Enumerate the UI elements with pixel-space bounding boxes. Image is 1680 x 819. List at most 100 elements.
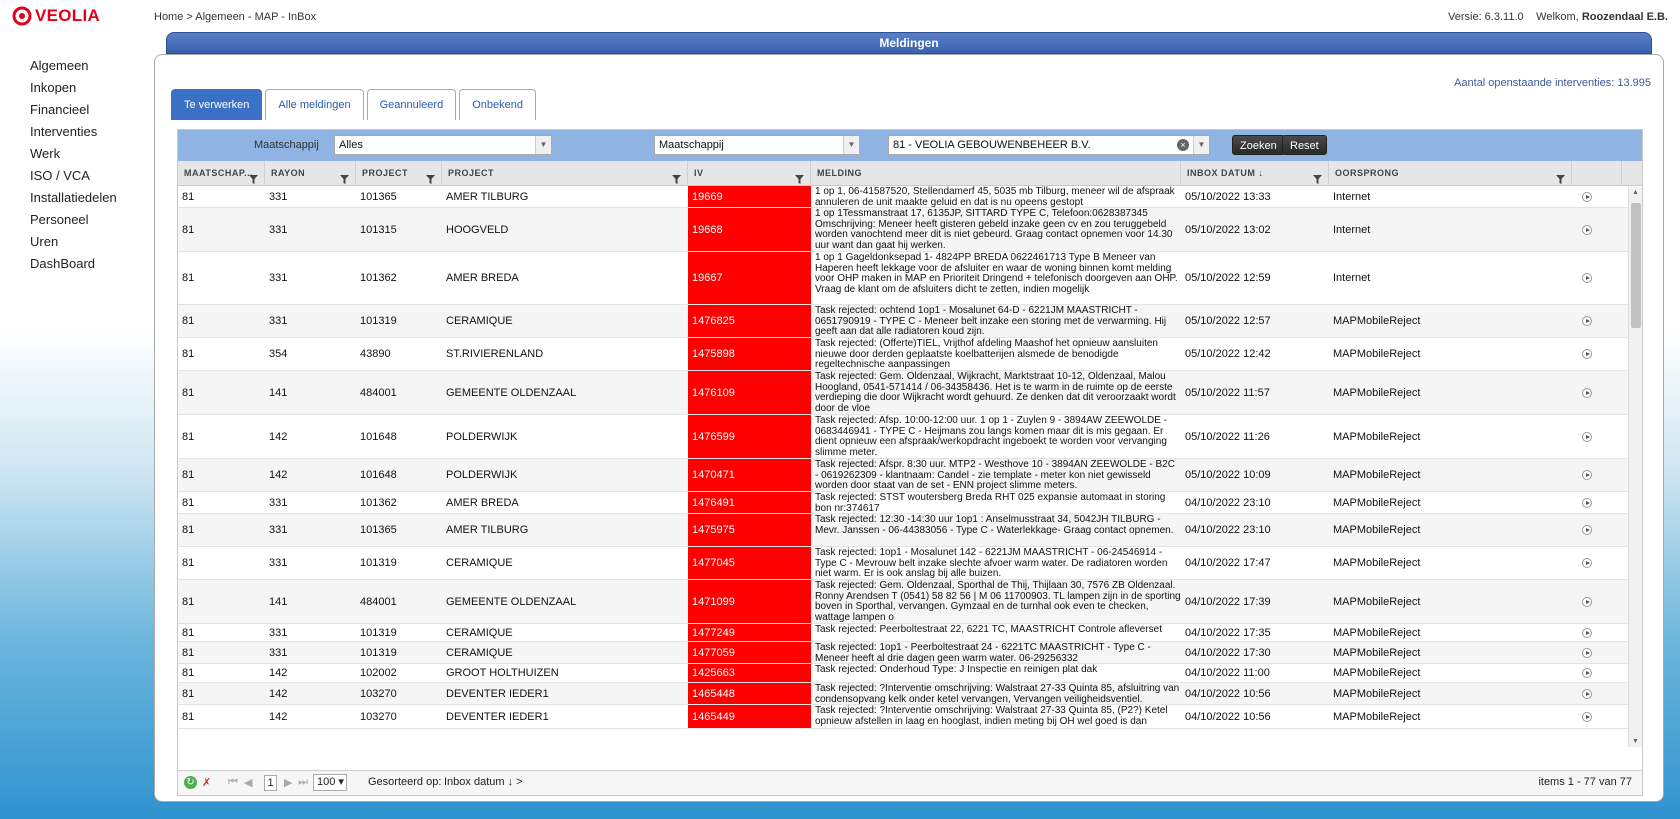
panel-title: Meldingen — [166, 32, 1652, 54]
scroll-up-icon[interactable]: ▲ — [1632, 189, 1639, 196]
sidebar-item-personeel[interactable]: Personeel — [30, 209, 117, 231]
table-row[interactable]: 81 142 102002 GROOT HOLTHUIZEN 1425663 Task r… — [178, 664, 1642, 683]
table-row[interactable]: 81 141 484001 GEMEENTE OLDENZAAL 1476109 Task… — [178, 371, 1642, 415]
table-cell: 81 — [182, 272, 195, 284]
sidebar-item-inkopen[interactable]: Inkopen — [30, 77, 117, 99]
open-detail-icon[interactable] — [1582, 711, 1592, 722]
table-row[interactable]: 81 142 103270 DEVENTER IEDER1 1465449 Task re… — [178, 705, 1642, 729]
filter-icon[interactable] — [340, 169, 349, 184]
table-cell: 101365 — [360, 190, 397, 203]
column-header[interactable]: MELDING — [811, 161, 1181, 186]
search-button[interactable]: Zoeken — [1232, 135, 1285, 155]
table-cell: 81 — [182, 386, 195, 399]
column-header[interactable]: PROJECT — [356, 161, 442, 186]
column-header[interactable]: MAATSCHAP... — [178, 161, 265, 186]
veolia-logo[interactable]: VEOLIA — [12, 6, 100, 26]
table-row[interactable]: 81 142 101648 POLDERWIJK 1476599 Task rejecte… — [178, 415, 1642, 459]
column-header[interactable]: IV — [688, 161, 811, 186]
column-header[interactable] — [1572, 161, 1622, 186]
column-header[interactable]: PROJECT — [442, 161, 688, 186]
column-header[interactable]: RAYON — [265, 161, 356, 186]
clear-filter-icon[interactable]: ✗ — [202, 776, 211, 789]
table-cell: 1475898 — [688, 338, 811, 370]
table-cell: CERAMIQUE — [446, 626, 513, 639]
filter-icon[interactable] — [1556, 169, 1565, 184]
filter-icon[interactable] — [249, 169, 258, 184]
table-cell: MAPMobileReject — [1333, 315, 1421, 327]
open-detail-icon[interactable] — [1582, 470, 1592, 480]
filter-icon[interactable] — [795, 169, 804, 184]
open-detail-icon[interactable] — [1582, 688, 1592, 699]
tab-onbekend[interactable]: Onbekend — [459, 89, 536, 120]
scroll-down-icon[interactable]: ▼ — [1632, 738, 1639, 745]
open-detail-icon[interactable] — [1582, 558, 1592, 568]
open-detail-icon[interactable] — [1582, 596, 1592, 607]
open-detail-icon[interactable] — [1582, 224, 1592, 235]
clear-icon[interactable]: × — [1177, 139, 1189, 151]
row-action-cell — [1572, 252, 1622, 304]
table-cell: 04/10/2022 23:10 — [1185, 496, 1271, 509]
table-cell: 331 — [269, 190, 288, 203]
table-row[interactable]: 81 331 101365 AMER TILBURG 19669 1 op 1, 06-4… — [178, 186, 1642, 208]
vertical-scrollbar[interactable]: ▲ ▼ — [1628, 187, 1642, 747]
tab-alle-meldingen[interactable]: Alle meldingen — [265, 89, 364, 120]
first-page-icon[interactable]: ⏮ — [228, 776, 238, 789]
open-detail-icon[interactable] — [1582, 627, 1592, 638]
maatschappij-select[interactable]: Alles ▼ — [334, 135, 552, 155]
table-row[interactable]: 81 331 101319 CERAMIQUE 1477045 Task rejected… — [178, 547, 1642, 580]
open-detail-icon[interactable] — [1582, 431, 1592, 442]
filter-icon[interactable] — [672, 169, 681, 184]
sidebar-item-uren[interactable]: Uren — [30, 231, 117, 253]
last-page-icon[interactable]: ⏭ — [298, 776, 308, 789]
tab-te-verwerken[interactable]: Te verwerken — [171, 89, 263, 120]
next-page-icon[interactable]: ▶ — [284, 776, 292, 789]
table-cell: 05/10/2022 12:57 — [1185, 315, 1271, 327]
open-detail-icon[interactable] — [1582, 387, 1592, 398]
open-detail-icon[interactable] — [1582, 349, 1592, 359]
table-body: 81 331 101365 AMER TILBURG 19669 1 op 1, 06-4… — [178, 186, 1642, 746]
table-cell: DEVENTER IEDER1 — [446, 710, 549, 723]
table-row[interactable]: 81 331 101319 CERAMIQUE 1477249 Task rejected… — [178, 624, 1642, 642]
open-detail-icon[interactable] — [1582, 668, 1592, 678]
table-row[interactable]: 81 331 101362 AMER BREDA 1476491 Task rejecte… — [178, 492, 1642, 514]
table-row[interactable]: 81 331 101365 AMER TILBURG 1475975 Task rejec… — [178, 514, 1642, 547]
reset-button[interactable]: Reset — [1282, 135, 1327, 155]
sidebar-item-dashboard[interactable]: DashBoard — [30, 253, 117, 275]
tab-geannuleerd[interactable]: Geannuleerd — [366, 89, 457, 120]
sidebar-item-algemeen[interactable]: Algemeen — [30, 55, 117, 77]
breadcrumb[interactable]: Home > Algemeen - MAP - InBox — [154, 11, 316, 23]
open-detail-icon[interactable] — [1582, 497, 1592, 508]
filter-icon[interactable] — [1313, 169, 1322, 184]
page-size-select[interactable]: 100 ▾ — [313, 774, 347, 791]
sidebar-item-interventies[interactable]: Interventies — [30, 121, 117, 143]
column-header[interactable]: OORSPRONG — [1329, 161, 1572, 186]
refresh-icon[interactable]: ↻ — [184, 776, 197, 789]
table-row[interactable]: 81 331 101319 CERAMIQUE 1477059 Task rejected… — [178, 642, 1642, 664]
table-row[interactable]: 81 141 484001 GEMEENTE OLDENZAAL 1471099 Task… — [178, 580, 1642, 624]
sidebar-item-werk[interactable]: Werk — [30, 143, 117, 165]
page-number[interactable]: 1 — [264, 775, 277, 791]
sidebar-item-financieel[interactable]: Financieel — [30, 99, 117, 121]
table-cell: 331 — [269, 315, 288, 327]
company-select[interactable]: 81 - VEOLIA GEBOUWENBEHEER B.V. × ▼ — [888, 135, 1210, 155]
table-row[interactable]: 81 142 101648 POLDERWIJK 1470471 Task rejecte… — [178, 459, 1642, 492]
filter-icon[interactable] — [426, 169, 435, 184]
prev-page-icon[interactable]: ◀ — [244, 776, 252, 789]
open-detail-icon[interactable] — [1582, 316, 1592, 326]
sidebar-item-installatiedelen[interactable]: Installatiedelen — [30, 187, 117, 209]
filter-field-select[interactable]: Maatschappij ▼ — [654, 135, 860, 155]
open-detail-icon[interactable] — [1582, 191, 1592, 202]
open-detail-icon[interactable] — [1582, 647, 1592, 658]
column-header[interactable]: INBOX DATUM ↓ — [1181, 161, 1329, 186]
table-row[interactable]: 81 142 103270 DEVENTER IEDER1 1465448 Task re… — [178, 683, 1642, 705]
open-detail-icon[interactable] — [1582, 273, 1592, 283]
open-detail-icon[interactable] — [1582, 525, 1592, 535]
table-row[interactable]: 81 331 101319 CERAMIQUE 1476825 Task rejected… — [178, 305, 1642, 338]
table-row[interactable]: 81 331 101315 HOOGVELD 19668 1 op 1Tessmanstr… — [178, 208, 1642, 252]
table-row[interactable]: 81 331 101362 AMER BREDA 19667 1 op 1 Gageldo… — [178, 252, 1642, 305]
sidebar-item-iso-vca[interactable]: ISO / VCA — [30, 165, 117, 187]
sort-value[interactable]: Inbox datum ↓ > — [444, 776, 523, 788]
table-row[interactable]: 81 354 43890 ST.RIVIERENLAND 1475898 Task rej… — [178, 338, 1642, 371]
scrollbar-thumb[interactable] — [1631, 203, 1641, 328]
table-cell: MAPMobileReject — [1333, 667, 1421, 679]
